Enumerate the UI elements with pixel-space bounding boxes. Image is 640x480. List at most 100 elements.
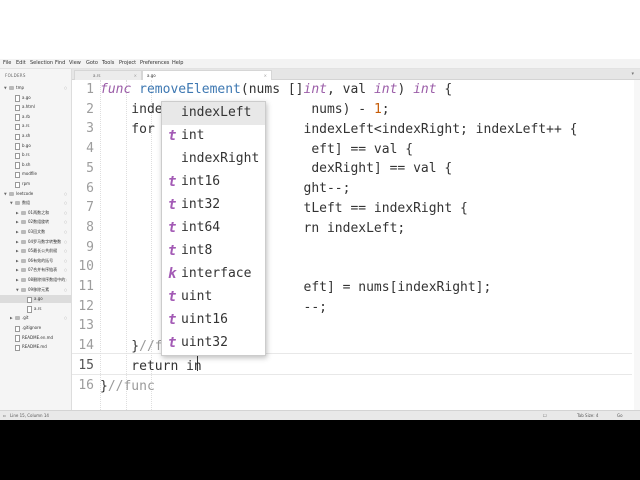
- tree-item-label: .gitignore: [22, 325, 42, 330]
- code-line-14: }//fo: [100, 339, 171, 354]
- autocomplete-item[interactable]: k interface: [162, 263, 265, 286]
- expand-arrow-icon[interactable]: ▼: [10, 199, 13, 207]
- tab-close-icon[interactable]: ×: [134, 71, 137, 80]
- menu-find[interactable]: Find: [55, 59, 65, 68]
- expand-arrow-icon[interactable]: ▼: [4, 84, 7, 92]
- tree-file-item[interactable]: a.rs: [0, 122, 71, 131]
- tree-file-item[interactable]: rpm: [0, 180, 71, 188]
- folder-icon: [21, 230, 26, 234]
- tab-a-rs[interactable]: a.rs ×: [74, 70, 142, 80]
- folder-close-icon[interactable]: ○: [64, 314, 67, 322]
- folder-close-icon[interactable]: ○: [64, 190, 67, 198]
- collapse-arrow-icon[interactable]: ▶: [16, 276, 19, 284]
- collapse-arrow-icon[interactable]: ▶: [16, 238, 19, 246]
- tree-file-item[interactable]: a.rb: [0, 113, 71, 121]
- menu-edit[interactable]: Edit: [16, 59, 26, 68]
- tree-file-item[interactable]: b.rs: [0, 151, 71, 160]
- file-icon: [15, 95, 20, 102]
- tab-label: a.go: [147, 73, 156, 78]
- file-icon: [15, 104, 20, 112]
- autocomplete-item[interactable]: t uint16: [162, 309, 265, 332]
- tree-file-item[interactable]: a.rs: [0, 305, 71, 313]
- collapse-arrow-icon[interactable]: ▶: [16, 218, 19, 226]
- autocomplete-item[interactable]: t int64: [162, 217, 265, 240]
- folder-icon: [9, 86, 14, 90]
- tree-file-item[interactable]: a.html: [0, 103, 71, 112]
- tree-folder-item[interactable]: ▶ .git ○: [0, 314, 71, 322]
- folder-close-icon[interactable]: ○: [64, 84, 67, 92]
- tree-file-item[interactable]: .gitignore: [0, 324, 71, 332]
- status-bar: ▫ Line 15, Column 14 ☐ Tab Size: 4 Go: [0, 410, 640, 420]
- expand-arrow-icon[interactable]: ▼: [16, 286, 19, 294]
- tree-folder-item[interactable]: ▼ 数组 ○: [0, 199, 71, 207]
- file-icon: [15, 344, 20, 352]
- tab-overflow-icon[interactable]: ▾: [631, 69, 634, 79]
- menu-project[interactable]: Project: [119, 59, 136, 68]
- line-number: 9: [86, 239, 94, 255]
- tree-item-label: .git: [22, 315, 29, 321]
- collapse-arrow-icon[interactable]: ▶: [10, 314, 13, 322]
- collapse-arrow-icon[interactable]: ▶: [16, 247, 19, 255]
- autocomplete-item[interactable]: indexRight: [162, 148, 265, 171]
- tree-folder-item[interactable]: ▶ 06有效的括号 ○: [0, 257, 71, 265]
- folder-close-icon[interactable]: ○: [64, 276, 67, 284]
- tab-size-selector[interactable]: Tab Size: 4: [577, 411, 598, 420]
- collapse-arrow-icon[interactable]: ▶: [16, 228, 19, 236]
- tree-file-item[interactable]: README.en.md: [0, 334, 71, 342]
- tree-folder-item[interactable]: ▶ 02数组旋转 ○: [0, 218, 71, 226]
- autocomplete-item[interactable]: t uint32: [162, 332, 265, 355]
- tree-folder-item[interactable]: ▶ 05最长公共前缀 ○: [0, 247, 71, 255]
- collapse-arrow-icon[interactable]: ▶: [16, 209, 19, 217]
- folder-close-icon[interactable]: ○: [64, 218, 67, 226]
- tree-folder-item[interactable]: ▶ 07合并有序链表 ○: [0, 266, 71, 274]
- autocomplete-item[interactable]: t int8: [162, 240, 265, 263]
- tree-folder-item[interactable]: ▶ 04罗马数字转整数 ○: [0, 238, 71, 246]
- menu-selection[interactable]: Selection: [30, 59, 53, 68]
- tree-folder-item[interactable]: ▼ 09移除元素 ○: [0, 286, 71, 294]
- tree-file-item[interactable]: modfile: [0, 170, 71, 179]
- expand-arrow-icon[interactable]: ▼: [4, 190, 7, 198]
- menu-help[interactable]: Help: [172, 59, 183, 68]
- folder-close-icon[interactable]: ○: [64, 199, 67, 207]
- tree-folder-item[interactable]: ▼ tmp ○: [0, 84, 71, 92]
- vertical-scrollbar[interactable]: [634, 80, 640, 410]
- menu-preferences[interactable]: Preferences: [140, 59, 169, 68]
- tree-file-item[interactable]: README.md: [0, 343, 71, 352]
- tree-file-item[interactable]: a.sh: [0, 132, 71, 140]
- autocomplete-item[interactable]: t uint: [162, 286, 265, 309]
- tree-folder-item[interactable]: ▶ 08删除排序数组中的 ○: [0, 276, 71, 284]
- menu-tools[interactable]: Tools: [102, 59, 114, 68]
- tree-file-item[interactable]: b.go: [0, 142, 71, 150]
- autocomplete-item[interactable]: indexLeft: [162, 102, 265, 125]
- syntax-selector[interactable]: Go: [617, 411, 623, 420]
- menu-file[interactable]: File: [3, 59, 11, 68]
- tree-folder-item[interactable]: ▶ 01两数之和 ○: [0, 209, 71, 217]
- folder-close-icon[interactable]: ○: [64, 257, 67, 265]
- autocomplete-item[interactable]: t int: [162, 125, 265, 148]
- folder-close-icon[interactable]: ○: [64, 266, 67, 274]
- tree-folder-item[interactable]: ▼ leetcode ○: [0, 190, 71, 198]
- menu-view[interactable]: View: [69, 59, 81, 68]
- tree-folder-item[interactable]: ▶ 03回文数 ○: [0, 228, 71, 236]
- collapse-arrow-icon[interactable]: ▶: [16, 266, 19, 274]
- folder-close-icon[interactable]: ○: [64, 228, 67, 236]
- tree-item-label: 06有效的括号: [28, 257, 54, 263]
- code-editor[interactable]: 1 2 3 4 5 6 7 8 9 10 11 12 13 14 15 16 func removeEleme…: [72, 80, 640, 410]
- collapse-arrow-icon[interactable]: ▶: [16, 257, 19, 265]
- folder-close-icon[interactable]: ○: [64, 238, 67, 246]
- tab-close-icon[interactable]: ×: [264, 71, 267, 80]
- folder-close-icon[interactable]: ○: [64, 247, 67, 255]
- folder-icon: [21, 249, 26, 254]
- type-kind-icon: t: [168, 312, 177, 328]
- folder-close-icon[interactable]: ○: [64, 209, 67, 217]
- autocomplete-item[interactable]: t int16: [162, 171, 265, 194]
- tree-item-label: a.rb: [22, 113, 30, 119]
- tree-file-item[interactable]: a.go: [0, 295, 71, 304]
- menu-goto[interactable]: Goto: [86, 59, 98, 68]
- tree-item-label: 03回文数: [28, 229, 46, 234]
- tree-file-item[interactable]: b.sh: [0, 161, 71, 169]
- folder-close-icon[interactable]: ○: [64, 286, 67, 294]
- tree-item-label: 数组: [22, 200, 30, 206]
- autocomplete-item[interactable]: t int32: [162, 194, 265, 217]
- tree-file-item[interactable]: a.go: [0, 94, 71, 102]
